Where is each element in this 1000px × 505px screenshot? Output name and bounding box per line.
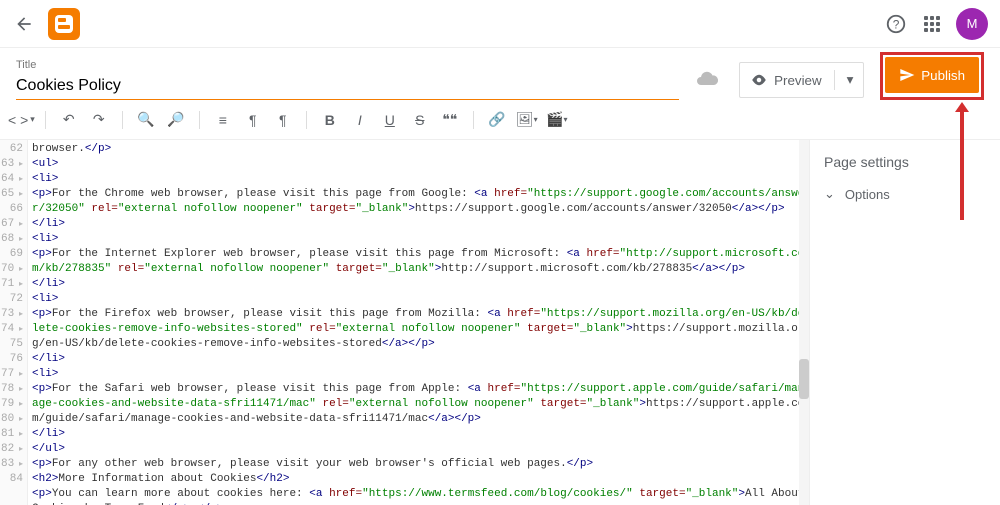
- code-line[interactable]: </li>: [32, 427, 805, 442]
- publish-button[interactable]: Publish: [885, 57, 979, 93]
- apps-button[interactable]: [920, 12, 944, 36]
- help-icon: ?: [885, 13, 907, 35]
- chevron-down-icon: ▾: [30, 114, 35, 125]
- code-line[interactable]: <li>: [32, 292, 805, 307]
- arrow-left-icon: [14, 14, 34, 34]
- chevron-down-icon: ▾: [534, 115, 538, 124]
- title-field: Title: [16, 59, 679, 100]
- video-icon: 🎬: [546, 111, 563, 128]
- code-line[interactable]: <p>You can learn more about cookies here…: [32, 487, 805, 505]
- code-line[interactable]: <li>: [32, 232, 805, 247]
- zoom-in-icon: 🔍: [137, 111, 154, 128]
- code-line[interactable]: </li>: [32, 277, 805, 292]
- ltr-button[interactable]: ¶: [270, 107, 296, 133]
- code-line[interactable]: </li>: [32, 217, 805, 232]
- page-settings-sidebar: Page settings ⌄ Options: [810, 140, 1000, 505]
- preview-button[interactable]: Preview ▾: [739, 62, 864, 98]
- title-input[interactable]: [16, 73, 679, 100]
- scrollbar[interactable]: [799, 140, 809, 505]
- code-line[interactable]: </li>: [32, 352, 805, 367]
- send-icon: [899, 67, 915, 83]
- title-label: Title: [16, 59, 679, 71]
- back-button[interactable]: [12, 12, 36, 36]
- code-line[interactable]: <p>For the Safari web browser, please vi…: [32, 382, 805, 427]
- svg-text:?: ?: [893, 17, 900, 31]
- chevron-down-icon: ▾: [563, 115, 567, 124]
- video-button[interactable]: 🎬▾: [544, 107, 570, 133]
- quote-button[interactable]: ❝❝: [437, 107, 463, 133]
- cloud-icon: [695, 67, 719, 91]
- chevron-down-icon: ⌄: [824, 186, 835, 202]
- italic-button[interactable]: I: [347, 107, 373, 133]
- blogger-logo: [48, 8, 80, 40]
- underline-button[interactable]: U: [377, 107, 403, 133]
- code-line[interactable]: <p>For the Chrome web browser, please vi…: [32, 187, 805, 217]
- code-line[interactable]: <li>: [32, 172, 805, 187]
- link-button[interactable]: 🔗: [484, 107, 510, 133]
- align-button[interactable]: ≡: [210, 107, 236, 133]
- publish-label: Publish: [921, 68, 965, 83]
- account-avatar[interactable]: M: [956, 8, 988, 40]
- help-button[interactable]: ?: [884, 12, 908, 36]
- eye-icon: [750, 71, 768, 89]
- code-line[interactable]: <h2>More Information about Cookies</h2>: [32, 472, 805, 487]
- annotation-arrow: [960, 110, 964, 220]
- code-editor[interactable]: 6263646566676869707172737475767778798081…: [0, 140, 810, 505]
- title-row: Title Preview ▾ Publish: [0, 48, 1000, 100]
- main-area: 6263646566676869707172737475767778798081…: [0, 140, 1000, 505]
- options-label: Options: [845, 187, 890, 202]
- publish-highlight: Publish: [880, 52, 984, 100]
- zoom-out-button[interactable]: 🔎: [163, 107, 189, 133]
- bold-button[interactable]: B: [317, 107, 343, 133]
- code-view-button[interactable]: < > ▾: [8, 107, 35, 133]
- code-line[interactable]: browser.</p>: [32, 142, 805, 157]
- code-line[interactable]: <p>For any other web browser, please vis…: [32, 457, 805, 472]
- editor-toolbar: < > ▾ ↶ ↷ 🔍 🔎 ≡ ¶ ¶ B I U S ❝❝ 🔗 🖼▾ 🎬▾: [0, 100, 1000, 140]
- zoom-out-icon: 🔎: [167, 111, 184, 128]
- code-line[interactable]: <p>For the Internet Explorer web browser…: [32, 247, 805, 277]
- image-icon: 🖼: [516, 111, 534, 128]
- rtl-button[interactable]: ¶: [240, 107, 266, 133]
- chevron-down-icon: ▾: [847, 72, 854, 88]
- save-status-icon: [695, 67, 719, 94]
- code-line[interactable]: <p>For the Firefox web browser, please v…: [32, 307, 805, 352]
- code-line[interactable]: <li>: [32, 367, 805, 382]
- image-button[interactable]: 🖼▾: [514, 107, 540, 133]
- code-content[interactable]: browser.</p><ul><li><p>For the Chrome we…: [28, 140, 809, 505]
- undo-button[interactable]: ↶: [56, 107, 82, 133]
- code-line[interactable]: </ul>: [32, 442, 805, 457]
- top-bar: ? M: [0, 0, 1000, 48]
- scrollbar-thumb[interactable]: [799, 359, 809, 399]
- line-gutter: 6263646566676869707172737475767778798081…: [0, 140, 28, 505]
- preview-label: Preview: [774, 73, 821, 88]
- strike-button[interactable]: S: [407, 107, 433, 133]
- zoom-in-button[interactable]: 🔍: [133, 107, 159, 133]
- redo-button[interactable]: ↷: [86, 107, 112, 133]
- code-line[interactable]: <ul>: [32, 157, 805, 172]
- apps-icon: [924, 16, 940, 32]
